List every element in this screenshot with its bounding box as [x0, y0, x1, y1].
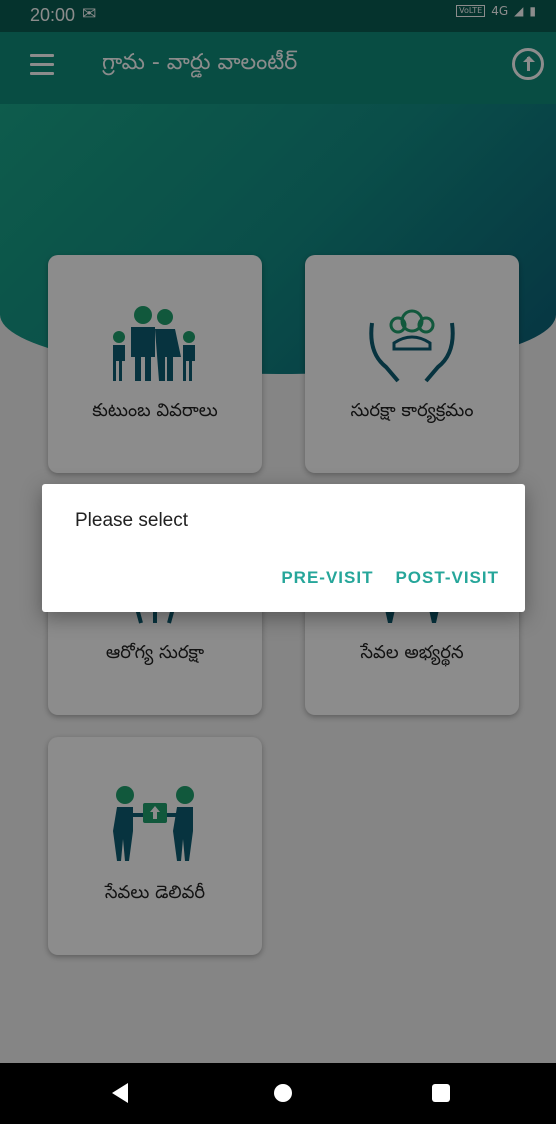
screen: 20:00 ✉ VoLTE 4G ◢ ▮ గ్రామ - వార్డు వాలం… [0, 0, 556, 1124]
navigation-bar [0, 1063, 556, 1124]
dialog-actions: PRE-VISIT POST-VISIT [281, 568, 499, 588]
post-visit-button[interactable]: POST-VISIT [395, 568, 499, 588]
home-icon[interactable] [274, 1084, 292, 1102]
recent-apps-icon[interactable] [432, 1084, 450, 1102]
select-visit-dialog: Please select PRE-VISIT POST-VISIT [42, 484, 525, 612]
back-icon[interactable] [112, 1083, 128, 1103]
dialog-message: Please select [75, 510, 189, 531]
pre-visit-button[interactable]: PRE-VISIT [281, 568, 373, 588]
